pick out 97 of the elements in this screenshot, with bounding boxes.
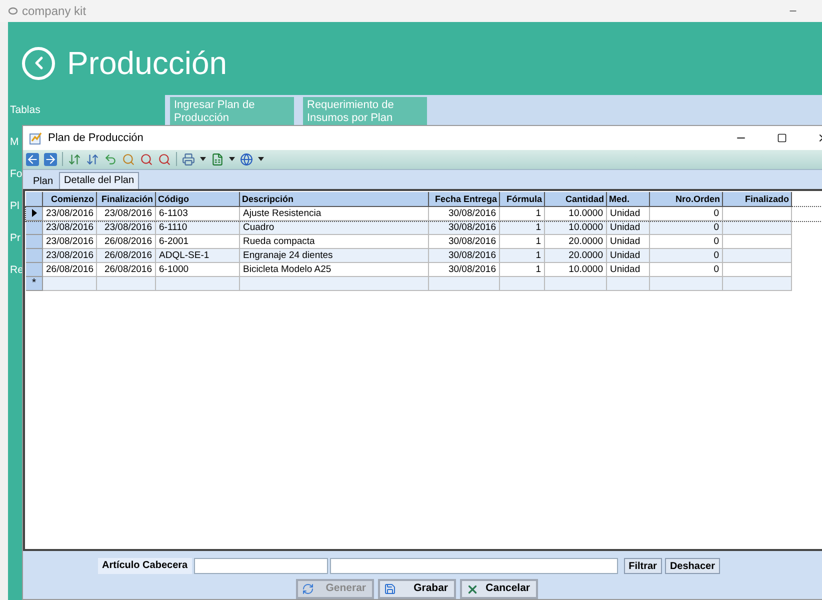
table-cell: 23/08/2016: [43, 234, 97, 249]
table-cell: 26/08/2016: [97, 262, 156, 277]
table-cell: 1: [500, 234, 545, 249]
save-icon: [384, 583, 396, 595]
table-cell: 1: [500, 206, 545, 221]
table-cell: 6-1000: [156, 262, 240, 277]
plan-icon: [29, 130, 43, 145]
table-cell: [723, 206, 792, 221]
undo-icon[interactable]: [104, 152, 117, 166]
column-header[interactable]: Descripción: [240, 192, 429, 207]
column-header[interactable]: Comienzo: [43, 192, 97, 207]
table-cell: Engranaje 24 dientes: [240, 248, 429, 263]
filter-button[interactable]: Deshacer: [664, 558, 720, 574]
current-row-icon: [32, 209, 36, 218]
row-header[interactable]: [26, 206, 43, 221]
filter-label: Artículo Cabecera: [98, 558, 192, 574]
table-cell: Rueda compacta: [240, 234, 429, 249]
table-cell: 26/08/2016: [97, 234, 156, 249]
table-cell: Unidad: [607, 248, 650, 263]
table-cell: 26/08/2016: [97, 248, 156, 263]
globe-icon[interactable]: [240, 152, 253, 166]
column-header[interactable]: Código: [156, 192, 240, 207]
table-cell: 0: [650, 248, 723, 263]
table-cell: 10.0000: [545, 206, 607, 221]
printer-icon[interactable]: [182, 152, 195, 166]
table-cell: 23/08/2016: [97, 206, 156, 221]
table-cell: [429, 276, 500, 291]
table-cell: Unidad: [607, 206, 650, 221]
input-field[interactable]: [330, 558, 618, 574]
table-cell: [607, 276, 650, 291]
filter-button[interactable]: Filtrar: [624, 558, 662, 574]
column-header[interactable]: Finalización: [97, 192, 156, 207]
search-icon[interactable]: [122, 152, 135, 166]
search-icon[interactable]: [140, 152, 153, 166]
table-cell: Ajuste Resistencia: [240, 206, 429, 221]
table-cell: Bicicleta Modelo A25: [240, 262, 429, 277]
table-cell: Unidad: [607, 262, 650, 277]
table-cell: [723, 262, 792, 277]
column-header[interactable]: Cantidad: [545, 192, 607, 207]
table-cell: 23/08/2016: [43, 248, 97, 263]
table-cell: 0: [650, 234, 723, 249]
spreadsheet-icon[interactable]: [211, 152, 224, 166]
app-logo-icon: [8, 7, 18, 15]
table-cell: [545, 276, 607, 291]
table-cell: 26/08/2016: [43, 262, 97, 277]
table-cell: [723, 248, 792, 263]
tab[interactable]: Detalle del Plan: [59, 172, 140, 189]
sort-ascending-icon[interactable]: [68, 152, 81, 166]
table-cell: 30/08/2016: [429, 206, 500, 221]
table-cell: [723, 276, 792, 291]
column-header[interactable]: Fecha Entrega: [429, 192, 500, 207]
table-cell: 6-1103: [156, 206, 240, 221]
table-cell: Unidad: [607, 234, 650, 249]
table-cell: 20.0000: [545, 234, 607, 249]
table-cell: ADQL-SE-1: [156, 248, 240, 263]
maximize-icon[interactable]: [777, 132, 787, 143]
table-row[interactable]: 23/08/2016 23/08/2016 6-1103 Ajuste Resistencia 30/08/2016 1 10.0000 Unidad 0: [26, 206, 822, 221]
new-row-marker: *: [26, 276, 43, 291]
table-cell: [500, 276, 545, 291]
table-cell: 20.0000: [545, 248, 607, 263]
refresh-icon: [302, 583, 314, 595]
table-cell: 1: [500, 248, 545, 263]
table-cell: [723, 234, 792, 249]
column-header[interactable]: Nro.Orden: [650, 192, 723, 207]
dialog-title: Plan de Producción: [48, 130, 144, 146]
caret-icon[interactable]: [258, 157, 264, 162]
table-row[interactable]: 23/08/2016 26/08/2016 6-2001 Rueda compacta 30/08/2016 1 20.0000 Unidad 0: [26, 234, 822, 249]
table-cell: 1: [500, 262, 545, 277]
caret-icon[interactable]: [229, 157, 235, 162]
table-row[interactable]: 23/08/2016 26/08/2016 ADQL-SE-1 Engranaje 24 dientes 30/08/2016 1 20.0000 Unidad 0: [26, 248, 822, 263]
table-cell: 30/08/2016: [429, 234, 500, 249]
caret-icon[interactable]: [200, 157, 206, 162]
action-button[interactable]: Cancelar: [460, 579, 538, 599]
column-header[interactable]: Med.: [607, 192, 650, 207]
table-cell: 6-2001: [156, 234, 240, 249]
column-header[interactable]: Finalizado: [723, 192, 792, 207]
search-icon[interactable]: [158, 152, 171, 166]
app-title: company kit: [22, 3, 86, 20]
back-button[interactable]: [22, 46, 55, 80]
column-header[interactable]: Fórmula: [500, 192, 545, 207]
page-title: Producción: [67, 44, 228, 83]
tab[interactable]: Plan: [27, 174, 60, 189]
header-corner: [26, 192, 43, 207]
table-cell: 0: [650, 262, 723, 277]
sort-descending-icon[interactable]: [86, 152, 99, 166]
table-cell: 10.0000: [545, 262, 607, 277]
table-row[interactable]: 26/08/2016 26/08/2016 6-1000 Bicicleta Modelo A25 30/08/2016 1 10.0000 Unidad 0: [26, 262, 822, 277]
table-cell: 0: [650, 206, 723, 221]
table-cell: 30/08/2016: [429, 248, 500, 263]
close-icon: [466, 582, 479, 596]
input-field[interactable]: [194, 558, 328, 574]
table-cell: 23/08/2016: [43, 206, 97, 221]
table-cell: [97, 276, 156, 291]
table-cell: [43, 276, 97, 291]
action-button[interactable]: Grabar: [378, 579, 456, 599]
table-row[interactable]: 23/08/2016 23/08/2016 6-1110 Cuadro 30/08/2016 1 10.0000 Unidad 0: [26, 220, 822, 235]
table-cell: 30/08/2016: [429, 262, 500, 277]
